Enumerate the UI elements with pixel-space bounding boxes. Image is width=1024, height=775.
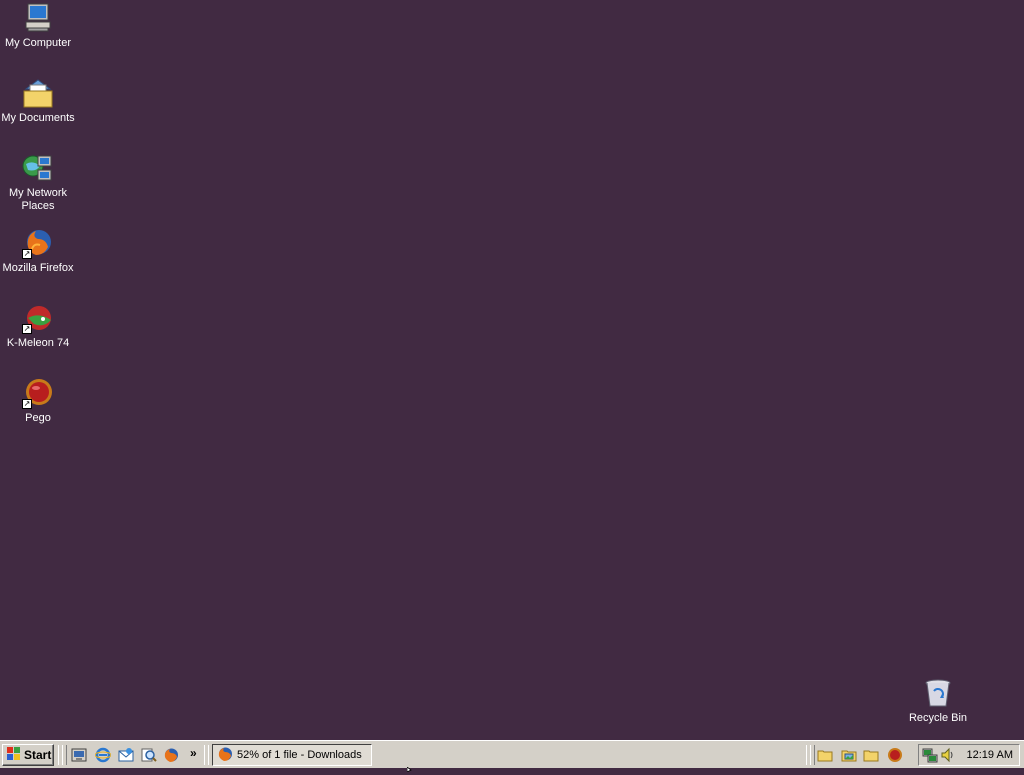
toolbar-grip[interactable] bbox=[62, 745, 67, 765]
kmeleon-icon: ↗ bbox=[22, 302, 54, 334]
show-desktop-icon[interactable] bbox=[71, 747, 87, 763]
taskbar: Start » 52% of 1 file - Downloads 12:19 … bbox=[0, 740, 1024, 768]
quick-launch-overflow[interactable]: » bbox=[190, 746, 197, 760]
desktop-icon-my-computer[interactable]: My Computer bbox=[0, 2, 76, 50]
taskbar-button-label: 52% of 1 file - Downloads bbox=[237, 749, 362, 761]
start-label: Start bbox=[24, 748, 52, 762]
mouse-cursor-icon bbox=[406, 763, 415, 775]
desktop-icon-label: K-Meleon 74 bbox=[6, 337, 70, 349]
desktop-icon-k-meleon[interactable]: ↗ K-Meleon 74 bbox=[0, 302, 76, 350]
recycle-bin-icon bbox=[922, 677, 954, 709]
desktop-icon-label: My Documents bbox=[1, 112, 75, 124]
taskbar-button-downloads[interactable]: 52% of 1 file - Downloads bbox=[212, 744, 372, 766]
pego-icon: ↗ bbox=[22, 377, 54, 409]
firefox-icon bbox=[217, 746, 233, 765]
desktop: My Computer My Documents My Network Plac… bbox=[0, 0, 1024, 740]
start-button[interactable]: Start bbox=[2, 744, 54, 766]
shortcut-arrow-icon: ↗ bbox=[22, 249, 32, 259]
picture-folder-icon[interactable] bbox=[841, 747, 857, 763]
shortcut-arrow-icon: ↗ bbox=[22, 324, 32, 334]
shortcut-arrow-icon: ↗ bbox=[22, 399, 32, 409]
folder-icon[interactable] bbox=[863, 747, 879, 763]
outlook-express-icon[interactable] bbox=[118, 747, 134, 763]
desktop-icon-mozilla-firefox[interactable]: ↗ Mozilla Firefox bbox=[0, 227, 76, 275]
search-icon[interactable] bbox=[141, 747, 157, 763]
desktop-icon-recycle-bin[interactable]: Recycle Bin bbox=[900, 677, 976, 725]
desktop-icon-label: Pego bbox=[25, 412, 51, 424]
toolbar-grip[interactable] bbox=[810, 745, 815, 765]
desktop-icon-label: Mozilla Firefox bbox=[2, 262, 74, 274]
computer-icon bbox=[22, 2, 54, 34]
desktop-icon-my-documents[interactable]: My Documents bbox=[0, 77, 76, 125]
desktop-icon-my-network-places[interactable]: My Network Places bbox=[0, 152, 76, 213]
firefox-icon[interactable] bbox=[163, 747, 179, 763]
internet-explorer-icon[interactable] bbox=[94, 747, 112, 763]
desktop-icon-label: Recycle Bin bbox=[908, 712, 968, 724]
desktop-icon-label: My Network Places bbox=[8, 187, 68, 212]
documents-folder-icon bbox=[22, 77, 54, 109]
system-tray: 12:19 AM bbox=[918, 744, 1020, 766]
firefox-icon: ↗ bbox=[22, 227, 54, 259]
desktop-icon-label: My Computer bbox=[4, 37, 72, 49]
folder-icon[interactable] bbox=[817, 747, 833, 763]
clock[interactable]: 12:19 AM bbox=[967, 749, 1013, 761]
desktop-icon-pego[interactable]: ↗ Pego bbox=[0, 377, 76, 425]
network-places-icon bbox=[22, 152, 54, 184]
volume-icon[interactable] bbox=[940, 747, 956, 766]
pego-icon[interactable] bbox=[887, 747, 903, 763]
windows-logo-icon bbox=[7, 746, 21, 764]
network-icon[interactable] bbox=[922, 747, 938, 766]
